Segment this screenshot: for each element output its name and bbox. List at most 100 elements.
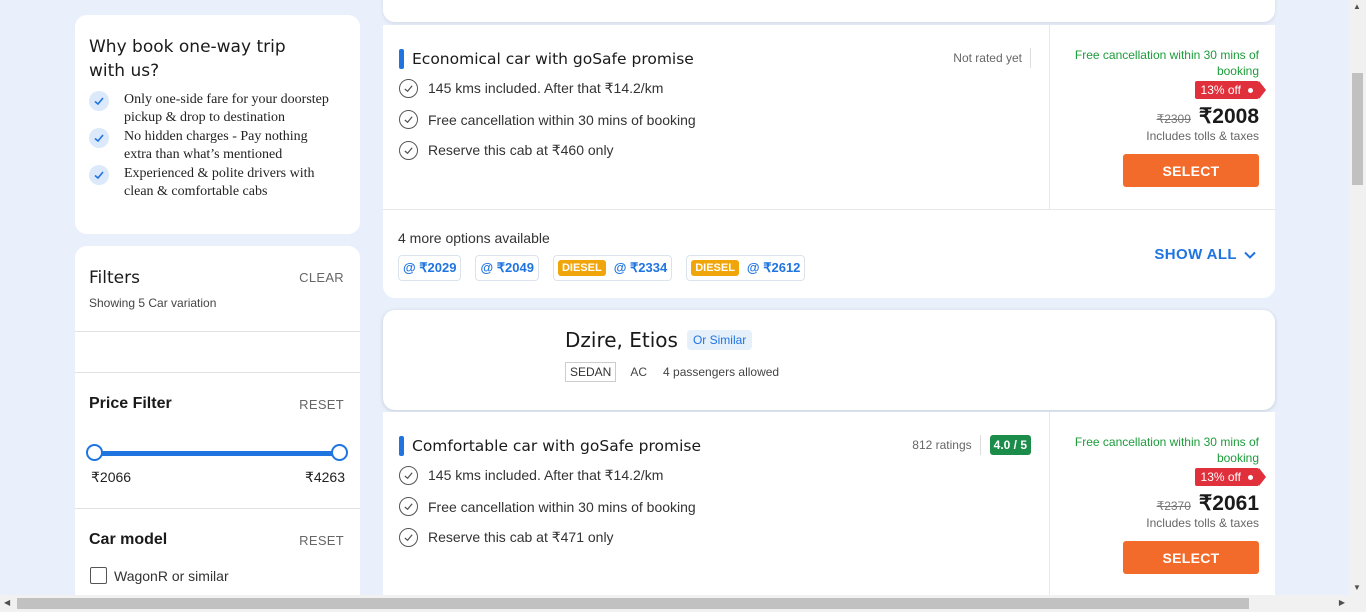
check-circle-icon xyxy=(399,141,418,160)
filters-header: Filters CLEAR Showing 5 Car variation xyxy=(75,246,360,332)
check-circle-icon xyxy=(399,497,418,516)
or-similar-badge: Or Similar xyxy=(686,330,753,350)
car-model-checkbox[interactable] xyxy=(90,567,107,584)
price-range-slider[interactable] xyxy=(86,444,348,461)
price-min-handle[interactable] xyxy=(86,444,103,461)
option-chip[interactable]: DIESEL @ ₹2334 xyxy=(552,255,673,281)
tolls-note: Includes tolls & taxes xyxy=(1146,516,1259,530)
why-book-text: No hidden charges - Pay nothing extra th… xyxy=(124,129,308,162)
check-circle-icon xyxy=(399,528,418,547)
more-options-title: 4 more options available xyxy=(398,230,550,246)
check-icon xyxy=(89,165,109,185)
original-price: ₹2309 xyxy=(1156,112,1191,126)
horizontal-scrollbar[interactable]: ◀ ▶ xyxy=(0,595,1366,612)
discount-text: 13% off xyxy=(1200,470,1241,484)
show-all-button[interactable]: SHOW ALL xyxy=(1154,246,1257,263)
why-book-item: Only one-side fare for your doorstep pic… xyxy=(89,91,346,127)
rating-badge: 4.0 / 5 xyxy=(989,435,1031,455)
rating-text: Not rated yet xyxy=(953,48,1031,68)
feature-text: 145 kms included. After that ₹14.2/km xyxy=(428,80,664,96)
fuel-tag: DIESEL xyxy=(691,260,739,276)
price-range-track xyxy=(94,451,340,456)
check-icon xyxy=(89,91,109,111)
car-model-option[interactable]: WagonR or similar xyxy=(89,567,346,584)
check-circle-icon xyxy=(399,466,418,485)
scroll-up-icon[interactable]: ▲ xyxy=(1353,3,1361,11)
offer-feature: 145 kms included. After that ₹14.2/km xyxy=(399,466,663,485)
free-cancellation-note: Free cancellation within 30 mins of book… xyxy=(1074,48,1259,78)
option-price: @ ₹2049 xyxy=(480,260,534,275)
option-chip[interactable]: @ ₹2029 xyxy=(398,255,462,281)
why-book-text: Experienced & polite drivers with clean … xyxy=(124,166,315,199)
final-price: ₹2008 xyxy=(1198,105,1259,128)
feature-text: Free cancellation within 30 mins of book… xyxy=(428,498,696,515)
option-chip[interactable]: @ ₹2049 xyxy=(475,255,539,281)
scroll-down-icon[interactable]: ▼ xyxy=(1353,584,1361,592)
option-price: @ ₹2334 xyxy=(613,260,668,275)
filters-panel: Filters CLEAR Showing 5 Car variation Pr… xyxy=(75,246,360,612)
scroll-right-icon[interactable]: ▶ xyxy=(1339,599,1345,607)
vertical-scrollbar[interactable]: ▲ ▼ xyxy=(1349,0,1366,595)
select-button[interactable]: SELECT xyxy=(1123,154,1259,187)
option-chip[interactable]: DIESEL @ ₹2612 xyxy=(686,255,806,281)
check-circle-icon xyxy=(399,79,418,98)
why-book-item: Experienced & polite drivers with clean … xyxy=(89,165,346,201)
offer-feature: Reserve this cab at ₹471 only xyxy=(399,528,614,547)
price-filter-reset-button[interactable]: RESET xyxy=(299,397,344,412)
price-max-handle[interactable] xyxy=(331,444,348,461)
option-chips: @ ₹2029 @ ₹2049 DIESEL @ ₹2334 DIESEL @ ₹2… xyxy=(398,255,819,281)
offer-feature: Free cancellation within 30 mins of book… xyxy=(399,110,696,129)
feature-text: Reserve this cab at ₹471 only xyxy=(428,529,614,545)
offer-details: Economical car with goSafe promise Not r… xyxy=(383,25,1049,209)
offer-feature: Reserve this cab at ₹460 only xyxy=(399,141,614,160)
feature-text: Free cancellation within 30 mins of book… xyxy=(428,111,696,128)
feature-text: 145 kms included. After that ₹14.2/km xyxy=(428,467,664,483)
show-all-label: SHOW ALL xyxy=(1154,246,1237,263)
horizontal-scroll-thumb[interactable] xyxy=(17,598,1249,609)
car-model-option-label: WagonR or similar xyxy=(114,567,229,584)
offer-title-row: Comfortable car with goSafe promise xyxy=(399,436,701,456)
check-circle-icon xyxy=(399,110,418,129)
offer-title: Comfortable car with goSafe promise xyxy=(412,437,701,455)
why-book-list: Only one-side fare for your doorstep pic… xyxy=(89,91,346,201)
price-row: ₹2309 ₹2008 xyxy=(1157,104,1259,129)
title-accent-bar xyxy=(399,49,404,69)
offer-details: Comfortable car with goSafe promise 812 … xyxy=(383,412,1049,596)
clear-filters-button[interactable]: CLEAR xyxy=(299,270,344,285)
tolls-note: Includes tolls & taxes xyxy=(1146,129,1259,143)
offer-card: Comfortable car with goSafe promise 812 … xyxy=(383,412,1275,612)
filters-spacer xyxy=(75,332,360,373)
offer-pricing: Free cancellation within 30 mins of book… xyxy=(1049,412,1275,596)
rating-count: 812 ratings xyxy=(912,435,981,455)
tag-dot-icon xyxy=(1248,88,1253,93)
car-name: Dzire, Etios xyxy=(565,328,678,352)
vertical-scroll-thumb[interactable] xyxy=(1352,73,1363,185)
price-max-label: ₹4263 xyxy=(304,469,345,485)
fuel-tag: DIESEL xyxy=(557,260,606,276)
select-button[interactable]: SELECT xyxy=(1123,541,1259,574)
car-model-reset-button[interactable]: RESET xyxy=(299,533,344,548)
discount-badge: 13% off xyxy=(1194,468,1267,486)
discount-text: 13% off xyxy=(1200,83,1241,97)
rating-area: 812 ratings 4.0 / 5 xyxy=(912,435,1031,455)
why-book-card: Why book one-way trip with us? Only one-… xyxy=(75,15,360,234)
chevron-down-icon xyxy=(1244,251,1256,259)
car-name-row: Dzire, Etios Or Similar xyxy=(565,328,753,352)
car-card: Dzire, Etios Or Similar SEDAN AC 4 passe… xyxy=(383,310,1275,410)
offer-pricing: Free cancellation within 30 mins of book… xyxy=(1049,25,1275,209)
original-price: ₹2370 xyxy=(1156,499,1191,513)
offer-title-row: Economical car with goSafe promise xyxy=(399,49,694,69)
check-icon xyxy=(89,128,109,148)
ac-label: AC xyxy=(630,365,648,379)
rating-area: Not rated yet xyxy=(953,48,1031,68)
car-attributes: SEDAN AC 4 passengers allowed xyxy=(565,362,779,382)
filters-subtitle: Showing 5 Car variation xyxy=(89,296,217,310)
scroll-left-icon[interactable]: ◀ xyxy=(4,599,10,607)
final-price: ₹2061 xyxy=(1198,492,1259,515)
feature-text: Reserve this cab at ₹460 only xyxy=(428,142,614,158)
offer-card: Economical car with goSafe promise Not r… xyxy=(383,25,1275,298)
option-price: @ ₹2029 xyxy=(403,260,457,275)
why-book-text: Only one-side fare for your doorstep pic… xyxy=(124,92,329,125)
offer-feature: Free cancellation within 30 mins of book… xyxy=(399,497,696,516)
option-price: @ ₹2612 xyxy=(746,260,801,275)
